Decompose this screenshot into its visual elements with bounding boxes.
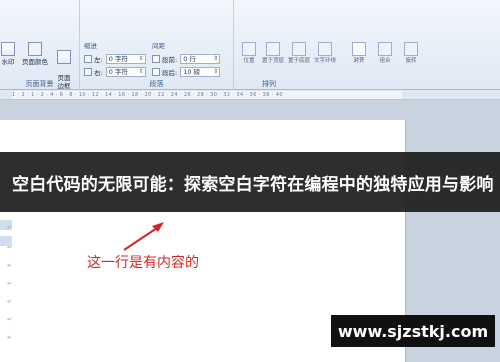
watermark-label: 水印 [1, 58, 15, 66]
bring-front-icon [266, 42, 280, 56]
rotate-label: 旋转 [405, 58, 417, 64]
paragraph-mark: ↵ [7, 280, 13, 287]
indent-left-label: 左: [94, 55, 103, 64]
group-icon [378, 42, 392, 56]
red-arrow-icon [123, 222, 164, 251]
annotation-text: 这一行是有内容的 [87, 255, 199, 271]
align-button[interactable]: 对齐 [346, 42, 372, 65]
send-back-icon [292, 42, 306, 56]
page-background-group-label: 页面背景 [25, 80, 54, 88]
text-wrap-label: 文字环绕 [313, 58, 336, 64]
spacing-before-row: 段前: 0 行 [152, 53, 221, 64]
watermark-text: www.sjzstkj.com [337, 321, 489, 341]
bring-front-label: 置于顶层 [261, 58, 284, 64]
paragraph-mark: ↵ [7, 262, 13, 269]
indent-title: 缩进 [84, 42, 97, 50]
bring-front-button[interactable]: 置于顶层 [260, 42, 286, 65]
paragraph-mark: ↵ [7, 334, 13, 341]
spacing-after-spinner[interactable]: 10 磅 [180, 66, 221, 77]
arrange-group: 位置 置于顶层 置于底层 文字环绕 对齐 组合 旋转 排列 [234, 0, 424, 90]
site-watermark: www.sjzstkj.com [331, 315, 495, 347]
rotate-icon [404, 42, 418, 56]
indent-right-spinner[interactable]: 0 字符 [105, 66, 146, 77]
spacing-title: 间距 [152, 42, 165, 50]
page-color-button[interactable]: 页面颜色 [20, 42, 50, 66]
watermark-icon [1, 42, 15, 56]
ribbon: 水印 页面颜色 页面 边框 页面背景 缩进 间距 左: 0 字符 右: 0 字符… [0, 0, 500, 90]
paragraph-group: 缩进 间距 左: 0 字符 右: 0 字符 段前: 0 行 段后: 10 磅 段… [80, 0, 234, 90]
spacing-after-icon [152, 67, 160, 76]
banner-title: 空白代码的无限可能：探索空白字符在编程中的独特应用与影响 [12, 174, 494, 195]
page-color-icon [28, 42, 42, 56]
position-label: 位置 [243, 58, 255, 64]
text-wrap-icon [318, 42, 332, 56]
ruler-ticks: 1 · 2 · 1 · 2 · 4 · 6 · 8 · 10 · 12 · 14… [12, 92, 283, 98]
indent-right-label: 右: [94, 68, 103, 77]
group-label: 组合 [379, 58, 391, 64]
paragraph-mark: ↵ [7, 316, 13, 323]
indent-left-row: 左: 0 字符 [84, 53, 146, 64]
page-color-label: 页面颜色 [22, 58, 48, 66]
rotate-button[interactable]: 旋转 [398, 42, 424, 65]
position-button[interactable]: 位置 [236, 42, 262, 65]
page-border-icon [57, 50, 71, 64]
page-background-group: 水印 页面颜色 页面 边框 页面背景 [0, 0, 80, 90]
horizontal-ruler[interactable]: 1 · 2 · 1 · 2 · 4 · 6 · 8 · 10 · 12 · 14… [0, 90, 500, 100]
paragraph-mark: ↵ [7, 298, 13, 305]
spacing-after-label: 段后: [162, 68, 178, 77]
send-back-label: 置于底层 [287, 58, 310, 64]
indent-right-icon [84, 67, 92, 76]
paragraph-mark: ↵ [7, 224, 13, 231]
spacing-after-row: 段后: 10 磅 [152, 66, 221, 77]
spacing-before-label: 段前: [162, 55, 178, 64]
spacing-before-icon [152, 54, 160, 63]
arrange-group-label: 排列 [262, 80, 276, 88]
spacing-before-spinner[interactable]: 0 行 [180, 53, 221, 64]
text-wrap-button[interactable]: 文字环绕 [312, 42, 338, 65]
send-back-button[interactable]: 置于底层 [286, 42, 312, 65]
indent-left-icon [84, 54, 92, 63]
position-icon [242, 42, 256, 56]
align-icon [352, 42, 366, 56]
watermark-button[interactable]: 水印 [0, 42, 20, 66]
title-banner: 空白代码的无限可能：探索空白字符在编程中的独特应用与影响 [0, 152, 500, 212]
indent-right-row: 右: 0 字符 [84, 66, 146, 77]
group-button[interactable]: 组合 [372, 42, 398, 65]
align-label: 对齐 [353, 58, 365, 64]
indent-left-spinner[interactable]: 0 字符 [105, 53, 146, 64]
paragraph-mark: ↵ [7, 244, 13, 251]
